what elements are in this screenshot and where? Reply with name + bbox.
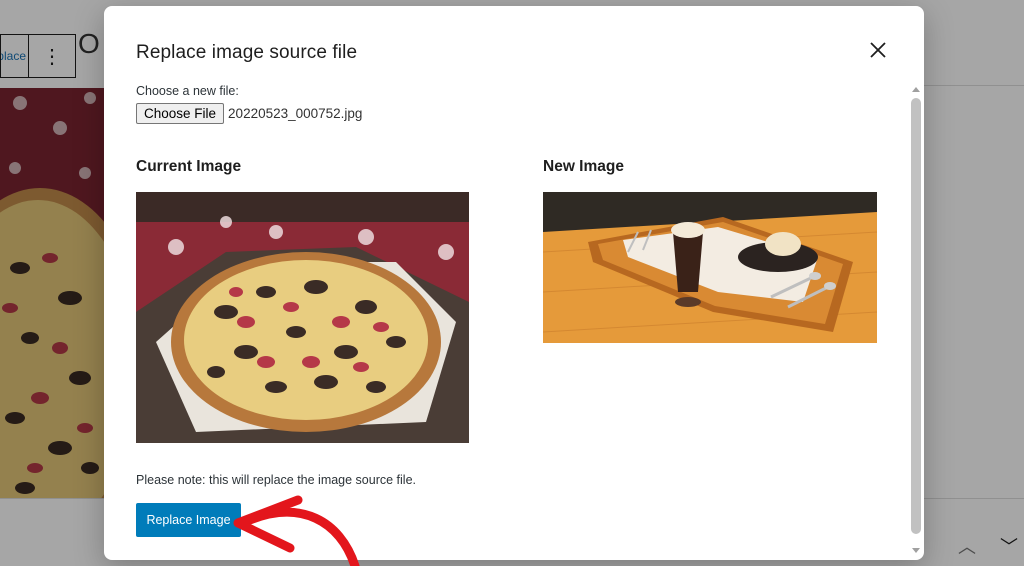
- scroll-up-icon[interactable]: [910, 82, 922, 94]
- scroll-down-icon[interactable]: [910, 544, 922, 556]
- replace-note: Please note: this will replace the image…: [136, 473, 417, 487]
- choose-file-button[interactable]: Choose File: [136, 103, 225, 124]
- current-image-label: Current Image: [136, 158, 242, 175]
- replace-image-button[interactable]: Replace Image: [136, 503, 241, 537]
- close-icon[interactable]: [864, 36, 892, 64]
- new-image-label: New Image: [543, 158, 624, 175]
- new-image-preview: [543, 192, 877, 343]
- selected-file-name: 20220523_000752.jpg: [228, 106, 363, 121]
- modal-scrollbar[interactable]: [911, 98, 921, 534]
- modal-title: Replace image source file: [136, 42, 358, 63]
- choose-file-label: Choose a new file:: [136, 84, 239, 98]
- replace-image-modal: Replace image source file Choose a new f…: [104, 6, 924, 560]
- file-input: Choose File 20220523_000752.jpg: [136, 103, 362, 124]
- current-image-preview: [136, 192, 469, 443]
